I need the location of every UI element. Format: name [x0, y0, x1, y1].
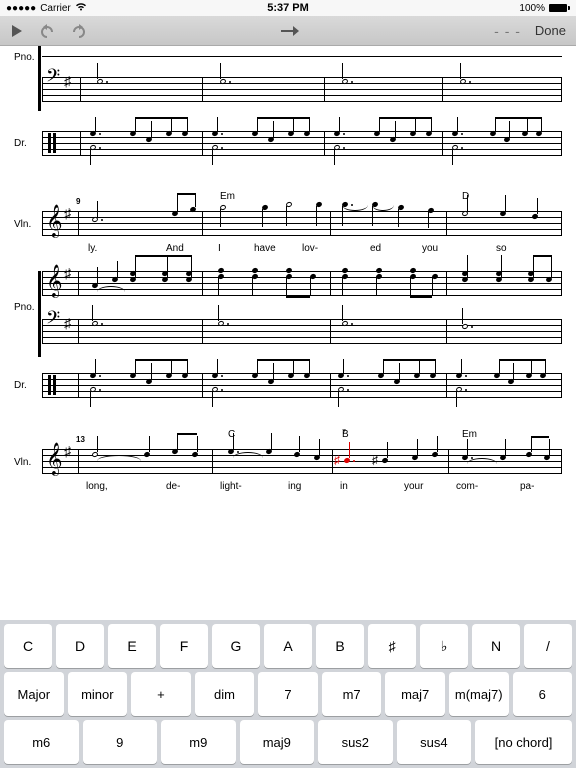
key-7[interactable]: 7	[258, 672, 318, 716]
key-flat[interactable]: ♭	[420, 624, 468, 668]
score-area[interactable]: Pno. 𝄢 ♯	[0, 46, 576, 616]
battery-percent: 100%	[519, 3, 545, 14]
key-maj7[interactable]: maj7	[385, 672, 445, 716]
key-dim[interactable]: dim	[195, 672, 255, 716]
key-9[interactable]: 9	[83, 720, 158, 764]
staff-dr-1[interactable]	[42, 123, 562, 163]
key-a[interactable]: A	[264, 624, 312, 668]
instrument-label-vln: Vln.	[14, 191, 42, 257]
forward-button[interactable]	[281, 25, 301, 37]
staff-pno-bass-2[interactable]: 𝄢 ♯	[42, 311, 562, 351]
key-d[interactable]: D	[56, 624, 104, 668]
instrument-label-vln-3: Vln.	[14, 429, 42, 495]
lyric-row-3: long, de- light- ing in your com- pa-	[42, 481, 562, 495]
key-m6[interactable]: m6	[4, 720, 79, 764]
undo-button[interactable]	[38, 24, 56, 38]
key-b[interactable]: B	[316, 624, 364, 668]
key-mmaj7[interactable]: m(maj7)	[449, 672, 509, 716]
redo-button[interactable]	[70, 24, 88, 38]
staff-pno-bass-1[interactable]	[42, 52, 562, 62]
key-sus4[interactable]: sus4	[397, 720, 472, 764]
key-n[interactable]: N	[472, 624, 520, 668]
key-sharp[interactable]: ♯	[368, 624, 416, 668]
wifi-icon	[75, 2, 87, 14]
lyric-row-2: ly. And I have lov- ed you so	[42, 243, 562, 257]
carrier-label: Carrier	[40, 3, 71, 14]
instrument-label-dr: Dr.	[14, 123, 42, 163]
staff-pno-bass-1b[interactable]: 𝄢 ♯	[42, 69, 562, 109]
key-minor[interactable]: minor	[68, 672, 128, 716]
staff-vln-2[interactable]: 9 𝄞 ♯	[42, 203, 562, 243]
chord-c: C	[228, 429, 235, 440]
chord-keyboard: C D E F G A B ♯ ♭ N / Major minor + dim …	[0, 620, 576, 768]
battery-icon	[549, 4, 570, 12]
instrument-label-dr-2: Dr.	[14, 365, 42, 405]
chord-b7: B7	[342, 429, 346, 441]
key-6[interactable]: 6	[513, 672, 573, 716]
key-m9[interactable]: m9	[161, 720, 236, 764]
chord-row-3: C B7 Em	[42, 429, 562, 441]
key-f[interactable]: F	[160, 624, 208, 668]
key-slash[interactable]: /	[524, 624, 572, 668]
key-c[interactable]: C	[4, 624, 52, 668]
chord-em: Em	[220, 191, 235, 202]
key-no-chord[interactable]: [no chord]	[475, 720, 572, 764]
chord-row-2: Em D	[42, 191, 562, 203]
staff-pno-treble-2[interactable]: 𝄞 ♯	[42, 263, 562, 303]
toolbar: - - - Done	[0, 16, 576, 46]
signal-dots: ●●●●●	[6, 3, 36, 14]
key-aug[interactable]: +	[131, 672, 191, 716]
chord-em-3: Em	[462, 429, 477, 440]
key-g[interactable]: G	[212, 624, 260, 668]
key-major[interactable]: Major	[4, 672, 64, 716]
play-button[interactable]	[10, 24, 24, 38]
keyboard-row-3: m6 9 m9 maj9 sus2 sus4 [no chord]	[4, 720, 572, 764]
done-button[interactable]: Done	[535, 23, 566, 38]
key-m7[interactable]: m7	[322, 672, 382, 716]
keyboard-row-2: Major minor + dim 7 m7 maj7 m(maj7) 6	[4, 672, 572, 716]
status-bar: ●●●●● Carrier 5:37 PM 100%	[0, 0, 576, 16]
more-button[interactable]: - - -	[494, 23, 521, 39]
clock: 5:37 PM	[267, 2, 309, 14]
key-e[interactable]: E	[108, 624, 156, 668]
chord-d: D	[462, 191, 469, 202]
staff-dr-2[interactable]	[42, 365, 562, 405]
key-maj9[interactable]: maj9	[240, 720, 315, 764]
key-sus2[interactable]: sus2	[318, 720, 393, 764]
keyboard-row-1: C D E F G A B ♯ ♭ N /	[4, 624, 572, 668]
staff-vln-3[interactable]: 13 𝄞 ♯	[42, 441, 562, 481]
